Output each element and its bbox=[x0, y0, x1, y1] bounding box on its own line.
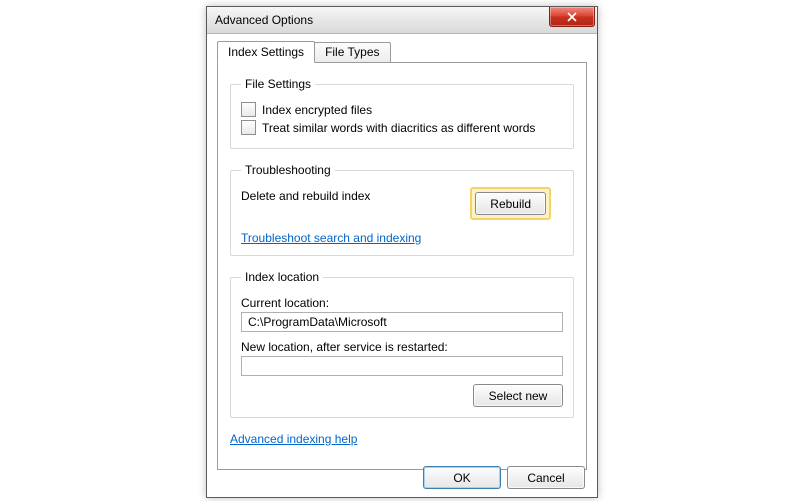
checkbox-label: Treat similar words with diacritics as d… bbox=[262, 121, 535, 135]
tab-strip: Index Settings File Types bbox=[217, 41, 587, 63]
checkbox-label: Index encrypted files bbox=[262, 103, 372, 117]
checkbox-treat-diacritics[interactable] bbox=[241, 120, 256, 135]
group-legend: File Settings bbox=[241, 77, 315, 91]
rebuild-button[interactable]: Rebuild bbox=[475, 192, 546, 215]
checkbox-row: Treat similar words with diacritics as d… bbox=[241, 120, 563, 135]
checkbox-row: Index encrypted files bbox=[241, 102, 563, 117]
troubleshoot-search-link[interactable]: Troubleshoot search and indexing bbox=[241, 231, 421, 245]
cancel-button[interactable]: Cancel bbox=[507, 466, 585, 489]
select-new-row: Select new bbox=[241, 384, 563, 407]
dialog-footer: OK Cancel bbox=[423, 466, 585, 489]
rebuild-highlight: Rebuild bbox=[470, 187, 551, 220]
select-new-button[interactable]: Select new bbox=[473, 384, 563, 407]
current-location-field[interactable] bbox=[241, 312, 563, 332]
group-troubleshooting: Troubleshooting Delete and rebuild index… bbox=[230, 163, 574, 256]
tab-index-settings[interactable]: Index Settings bbox=[217, 41, 315, 63]
group-legend: Troubleshooting bbox=[241, 163, 335, 177]
window-title: Advanced Options bbox=[207, 13, 549, 27]
tab-label: File Types bbox=[325, 45, 379, 59]
close-icon bbox=[566, 12, 578, 22]
button-label: Rebuild bbox=[490, 197, 531, 211]
group-index-location: Index location Current location: New loc… bbox=[230, 270, 574, 418]
button-label: Select new bbox=[489, 389, 548, 403]
client-area: Index Settings File Types File Settings … bbox=[217, 41, 587, 459]
tab-label: Index Settings bbox=[228, 45, 304, 59]
help-link-row: Advanced indexing help bbox=[230, 432, 574, 446]
group-file-settings: File Settings Index encrypted files Trea… bbox=[230, 77, 574, 149]
button-label: Cancel bbox=[527, 471, 564, 485]
tab-page-index-settings: File Settings Index encrypted files Trea… bbox=[217, 62, 587, 470]
tab-file-types[interactable]: File Types bbox=[314, 42, 390, 63]
advanced-options-dialog: Advanced Options Index Settings File Typ… bbox=[206, 6, 598, 498]
title-bar: Advanced Options bbox=[207, 7, 597, 34]
troubleshooting-inner: Delete and rebuild index Rebuild Trouble… bbox=[241, 185, 563, 245]
button-label: OK bbox=[453, 471, 470, 485]
new-location-field[interactable] bbox=[241, 356, 563, 376]
checkbox-index-encrypted[interactable] bbox=[241, 102, 256, 117]
ok-button[interactable]: OK bbox=[423, 466, 501, 489]
current-location-label: Current location: bbox=[241, 296, 563, 310]
close-button[interactable] bbox=[549, 7, 595, 27]
advanced-indexing-help-link[interactable]: Advanced indexing help bbox=[230, 432, 357, 446]
new-location-label: New location, after service is restarted… bbox=[241, 340, 563, 354]
group-legend: Index location bbox=[241, 270, 323, 284]
